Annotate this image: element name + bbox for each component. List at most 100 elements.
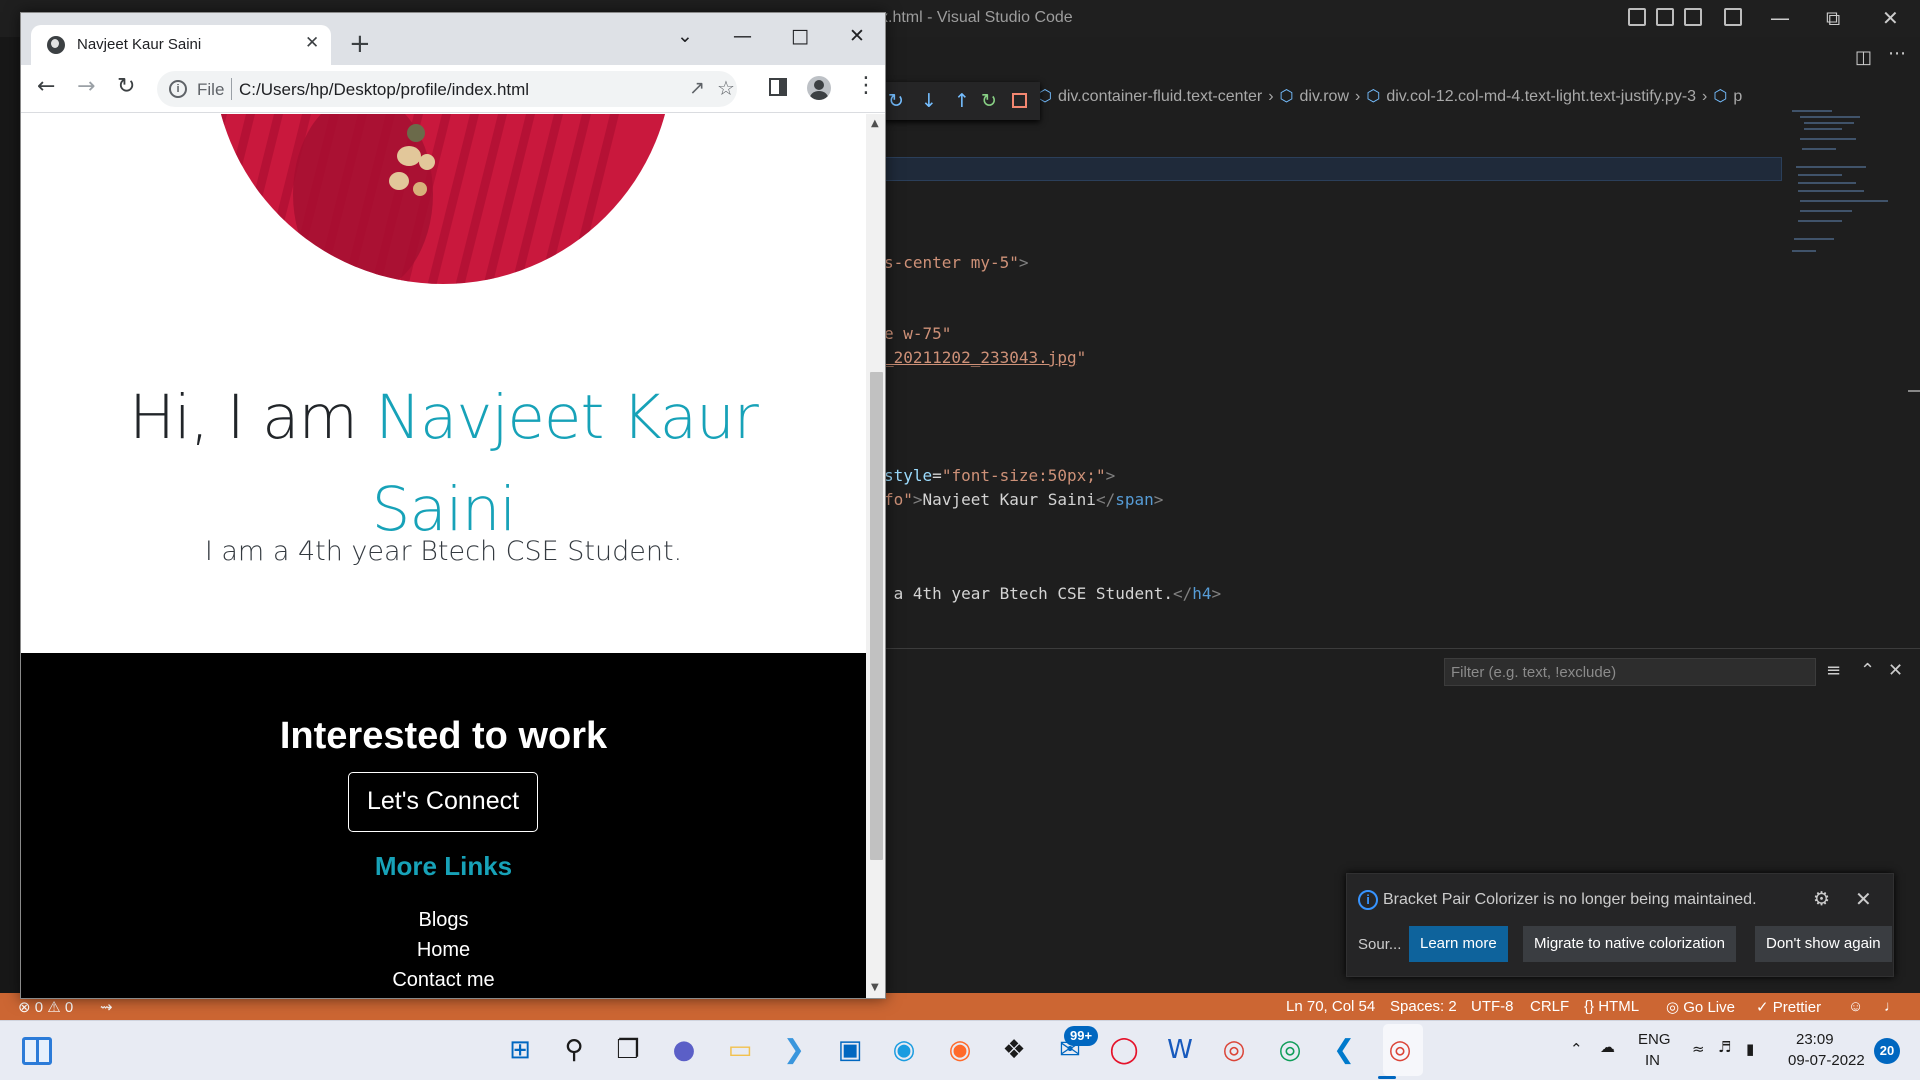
chevron-up-icon[interactable]: ⌃ xyxy=(1860,660,1875,681)
gear-icon[interactable]: ⚙ xyxy=(1813,888,1830,910)
profile-avatar-icon[interactable] xyxy=(807,76,831,100)
editor-area[interactable] xyxy=(880,37,1920,648)
prettier-button[interactable]: ✓ Prettier xyxy=(1756,998,1821,1016)
chrome-icon[interactable]: ◎ xyxy=(1274,1034,1306,1066)
toggle-secondary-sidebar-icon[interactable] xyxy=(1684,8,1702,26)
restart-icon[interactable]: ↻ xyxy=(981,90,997,112)
scroll-up-icon[interactable]: ▲ xyxy=(871,118,879,129)
migrate-button[interactable]: Migrate to native colorization xyxy=(1523,926,1736,962)
chrome-icon[interactable]: ◎ xyxy=(1384,1034,1416,1066)
maximize-icon[interactable]: □ xyxy=(791,25,809,47)
firefox-icon[interactable]: ◉ xyxy=(944,1034,976,1066)
code-line[interactable]: a 4th year Btech CSE Student.</h4> xyxy=(884,584,1222,603)
clock-time[interactable]: 23:09 xyxy=(1796,1031,1834,1048)
encoding[interactable]: UTF-8 xyxy=(1471,998,1514,1015)
notification-center-badge[interactable]: 20 xyxy=(1874,1038,1900,1064)
chevron-up-icon[interactable]: ⌃ xyxy=(1570,1040,1583,1058)
new-tab-icon[interactable]: + xyxy=(349,29,371,59)
minimize-icon[interactable]: — xyxy=(733,25,752,47)
info-icon[interactable]: i xyxy=(169,80,187,98)
page-scrollbar[interactable]: ▲ ▼ xyxy=(866,114,885,998)
toggle-primary-sidebar-icon[interactable] xyxy=(1628,8,1646,26)
link-blogs[interactable]: Blogs xyxy=(21,909,866,932)
cursor-position[interactable]: Ln 70, Col 54 xyxy=(1286,998,1375,1015)
code-line[interactable]: _20211202_233043.jpg" xyxy=(884,348,1086,367)
code-token: Navjeet Kaur Saini xyxy=(922,490,1096,509)
scroll-down-icon[interactable]: ▼ xyxy=(871,982,879,993)
code-line[interactable]: style="font-size:50px;"> xyxy=(884,466,1115,485)
filter-input[interactable]: Filter (e.g. text, !exclude) xyxy=(1444,658,1816,686)
language-mode[interactable]: {} HTML xyxy=(1584,998,1639,1015)
scrollbar-thumb[interactable] xyxy=(870,372,883,860)
onedrive-icon[interactable]: ☁ xyxy=(1600,1038,1615,1056)
back-icon[interactable]: ← xyxy=(37,74,55,99)
split-editor-icon[interactable]: ◫ xyxy=(1855,47,1872,68)
url-text[interactable]: C:/Users/hp/Desktop/profile/index.html xyxy=(239,80,529,100)
language-indicator[interactable]: ENG xyxy=(1638,1031,1671,1048)
widgets-icon[interactable] xyxy=(22,1037,52,1065)
customize-layout-icon[interactable] xyxy=(1724,8,1742,26)
wifi-icon[interactable]: ≈ xyxy=(1692,1040,1705,1058)
store-icon[interactable]: ▣ xyxy=(834,1034,866,1066)
region-indicator[interactable]: IN xyxy=(1645,1052,1660,1069)
volume-icon[interactable]: ♬ xyxy=(1718,1038,1731,1056)
browser-tab[interactable]: Navjeet Kaur Saini ✕ xyxy=(31,25,331,65)
side-panel-icon[interactable] xyxy=(769,78,787,96)
toggle-panel-icon[interactable] xyxy=(1656,8,1674,26)
close-tab-icon[interactable]: ✕ xyxy=(305,33,319,53)
teams-chat-icon[interactable]: ● xyxy=(668,1034,700,1066)
chrome-icon[interactable]: ◎ xyxy=(1218,1034,1250,1066)
link-contact-me[interactable]: Contact me xyxy=(21,969,866,992)
breadcrumb-item[interactable]: p xyxy=(1733,88,1742,105)
tab-search-icon[interactable]: ⌄ xyxy=(677,25,693,47)
lets-connect-button[interactable]: Let's Connect xyxy=(348,772,538,832)
step-into-icon[interactable]: ↓ xyxy=(921,90,937,112)
powershell-icon[interactable]: ❯ xyxy=(778,1034,810,1066)
reload-icon[interactable]: ↻ xyxy=(117,74,135,99)
more-actions-icon[interactable]: ⋯ xyxy=(1888,43,1906,64)
share-icon[interactable]: ↗ xyxy=(689,77,705,99)
address-bar[interactable]: i File C:/Users/hp/Desktop/profile/index… xyxy=(157,71,737,107)
task-view-icon[interactable]: ❐ xyxy=(612,1034,644,1066)
close-icon[interactable]: ✕ xyxy=(1855,887,1872,911)
close-icon[interactable]: ✕ xyxy=(849,25,865,47)
search-icon[interactable]: ⚲ xyxy=(558,1034,590,1066)
learn-more-button[interactable]: Learn more xyxy=(1409,926,1508,962)
end-of-line[interactable]: CRLF xyxy=(1530,998,1569,1015)
kebab-menu-icon[interactable]: ⋮ xyxy=(855,73,877,98)
problems-indicator[interactable]: ⊗ 0 ⚠ 0 xyxy=(18,998,73,1016)
breadcrumb-item[interactable]: div.row xyxy=(1300,88,1350,105)
go-live-button[interactable]: ◎ Go Live xyxy=(1666,998,1735,1016)
stop-icon[interactable] xyxy=(1012,93,1027,108)
indentation[interactable]: Spaces: 2 xyxy=(1390,998,1457,1015)
opera-icon[interactable]: ◯ xyxy=(1108,1034,1140,1066)
battery-icon[interactable]: ▮ xyxy=(1746,1040,1754,1058)
code-line[interactable]: s-center my-5"> xyxy=(884,253,1029,272)
restore-icon[interactable]: ⧉ xyxy=(1826,6,1840,30)
minimap[interactable] xyxy=(1790,108,1890,258)
code-line[interactable]: fo">Navjeet Kaur Saini</span> xyxy=(884,490,1163,509)
file-explorer-icon[interactable]: ▭ xyxy=(724,1034,756,1066)
edge-icon[interactable]: ◉ xyxy=(888,1034,920,1066)
code-line[interactable]: e w-75" xyxy=(884,324,951,343)
word-wrap-icon[interactable]: ≡ xyxy=(1826,660,1841,681)
breadcrumb-item[interactable]: div.col-12.col-md-4.text-light.text-just… xyxy=(1386,88,1696,105)
clock-date[interactable]: 09-07-2022 xyxy=(1788,1052,1865,1069)
close-icon[interactable]: ✕ xyxy=(1882,6,1899,30)
link-home[interactable]: Home xyxy=(21,939,866,962)
live-share-icon[interactable]: ⇝ xyxy=(100,998,113,1016)
step-out-icon[interactable]: ↑ xyxy=(954,90,970,112)
start-icon[interactable]: ⊞ xyxy=(504,1034,536,1066)
vscode-icon[interactable]: ❮ xyxy=(1328,1034,1360,1066)
bell-icon[interactable]: ♩ xyxy=(1884,998,1899,1015)
step-over-icon[interactable]: ↻ xyxy=(888,90,904,112)
feedback-icon[interactable]: ☺ xyxy=(1848,998,1863,1015)
minimize-icon[interactable]: — xyxy=(1770,6,1790,30)
breadcrumb-item[interactable]: div.container-fluid.text-center xyxy=(1058,88,1262,105)
forward-icon[interactable]: → xyxy=(77,74,95,99)
close-panel-icon[interactable]: ✕ xyxy=(1888,660,1903,681)
word-icon[interactable]: W xyxy=(1164,1034,1196,1066)
dropbox-icon[interactable]: ❖ xyxy=(998,1034,1030,1066)
bookmark-star-icon[interactable]: ☆ xyxy=(717,76,735,100)
dont-show-again-button[interactable]: Don't show again xyxy=(1755,926,1892,962)
